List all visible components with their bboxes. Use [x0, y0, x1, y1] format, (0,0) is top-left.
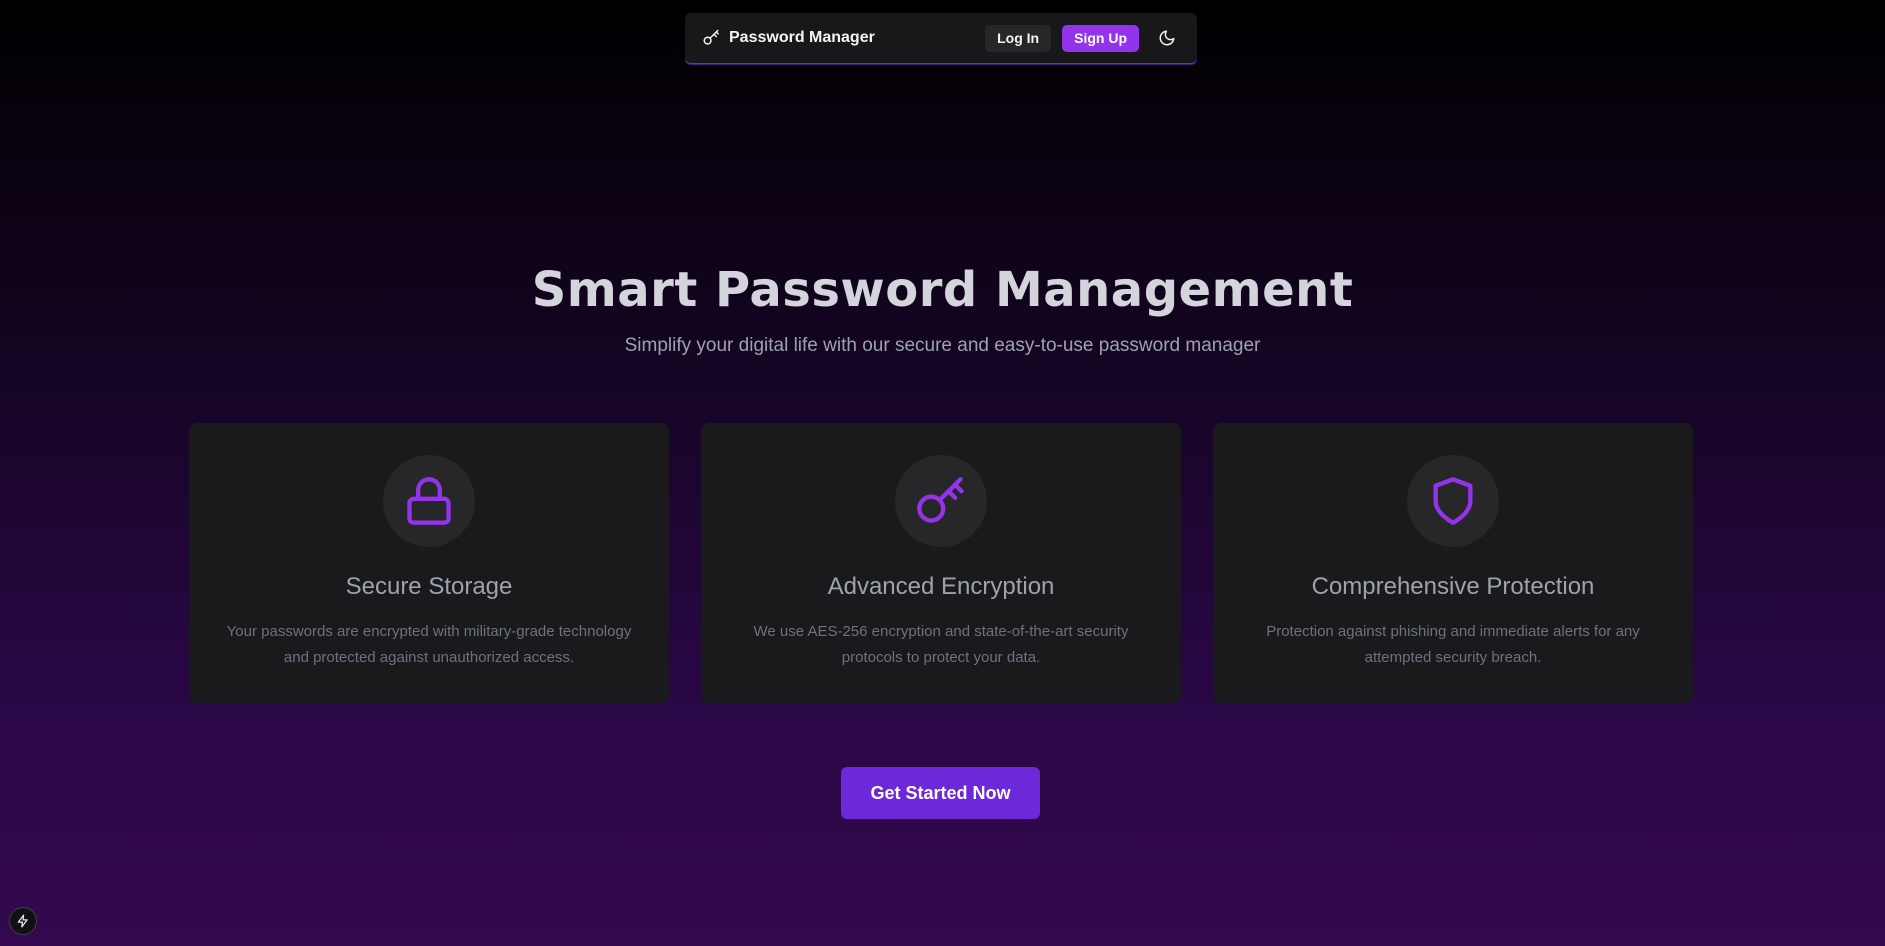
brand[interactable]: Password Manager — [701, 28, 985, 48]
feature-icon-circle — [1407, 455, 1499, 547]
login-button[interactable]: Log In — [985, 24, 1052, 52]
feature-title: Secure Storage — [345, 573, 513, 600]
lightning-icon — [17, 914, 28, 928]
feature-icon-circle — [383, 455, 475, 547]
dev-tools-badge[interactable] — [9, 907, 37, 935]
feature-card-secure-storage: Secure Storage Your passwords are encryp… — [189, 423, 669, 703]
feature-card-comprehensive-protection: Comprehensive Protection Protection agai… — [1213, 423, 1693, 703]
feature-title: Advanced Encryption — [827, 573, 1055, 600]
feature-cards: Secure Storage Your passwords are encryp… — [189, 423, 1694, 703]
feature-description: Protection against phishing and immediat… — [1266, 623, 1640, 666]
key-icon — [701, 28, 721, 48]
hero-subtitle: Simplify your digital life with our secu… — [624, 335, 1261, 356]
key-icon — [917, 477, 964, 523]
brand-label: Password Manager — [729, 29, 875, 46]
theme-toggle-button[interactable] — [1153, 24, 1181, 52]
navbar: Password Manager Log In Sign Up — [685, 13, 1197, 64]
hero-title: Smart Password Management — [531, 262, 1354, 318]
feature-description: Your passwords are encrypted with milita… — [226, 623, 632, 666]
feature-description: We use AES-256 encryption and state-of-t… — [753, 623, 1129, 666]
lock-icon — [407, 477, 451, 525]
get-started-button[interactable]: Get Started Now — [841, 767, 1040, 819]
shield-icon — [1433, 477, 1473, 525]
feature-card-advanced-encryption: Advanced Encryption We use AES-256 encry… — [701, 423, 1181, 703]
signup-button[interactable]: Sign Up — [1062, 24, 1139, 52]
moon-icon — [1159, 30, 1175, 46]
feature-icon-circle — [895, 455, 987, 547]
feature-title: Comprehensive Protection — [1311, 573, 1595, 600]
